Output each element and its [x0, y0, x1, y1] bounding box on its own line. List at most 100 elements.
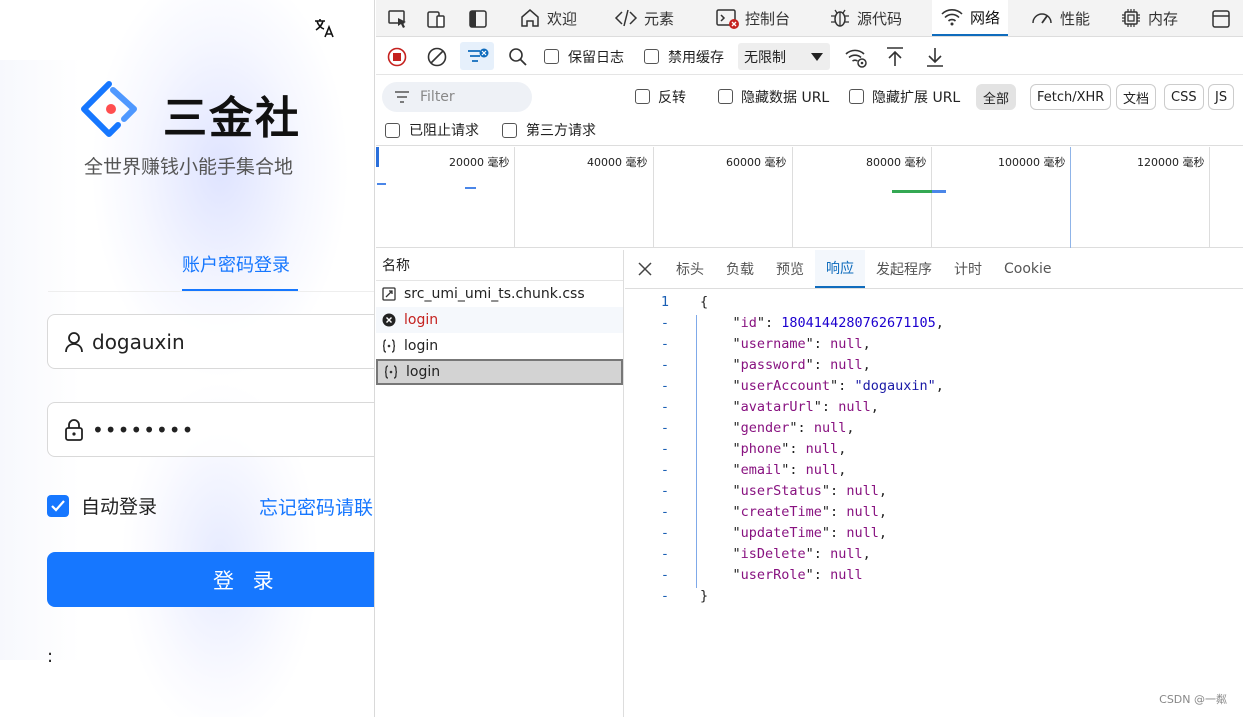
request-row[interactable]: src_umi_umi_ts.chunk.css	[376, 281, 623, 307]
upload-icon[interactable]	[885, 46, 905, 68]
filter-type-all[interactable]: 全部	[976, 84, 1017, 110]
checkbox-icon[interactable]	[849, 89, 864, 104]
json-value-email: null	[805, 462, 839, 478]
tab-underline	[182, 289, 298, 291]
tab-timing[interactable]: 计时	[943, 250, 993, 288]
code-line: - "userStatus": null,	[660, 483, 887, 499]
json-value-password: null	[830, 357, 863, 373]
password-input[interactable]	[92, 417, 352, 442]
search-icon[interactable]	[508, 47, 528, 67]
tab-memory-label: 内存	[1148, 9, 1179, 28]
dock-side-icon[interactable]	[467, 8, 489, 30]
timeline-gridline	[931, 147, 932, 248]
filter-input[interactable]: Filter	[382, 82, 532, 112]
timeline-gridline	[792, 147, 793, 248]
download-icon[interactable]	[925, 46, 945, 68]
json-value-createtime: null	[846, 504, 879, 520]
filter-toggle-button[interactable]	[460, 42, 494, 70]
network-conditions-icon[interactable]	[844, 46, 868, 68]
filter-lines-icon	[395, 91, 409, 103]
third-party-checkbox[interactable]: 第三方请求	[502, 114, 596, 146]
login-panel: 三金社 全世界赚钱小能手集合地 账户密码登录 自动登录 忘记密码请联 登 录 :	[0, 0, 375, 717]
json-value-useraccount: "dogauxin"	[854, 378, 936, 394]
tab-network[interactable]: 网络	[932, 0, 1009, 36]
hide-data-url-label: 隐藏数据 URL	[741, 89, 830, 106]
hide-ext-url-checkbox[interactable]: 隐藏扩展 URL	[849, 78, 960, 115]
tab-response[interactable]: 响应	[815, 250, 865, 288]
error-icon	[382, 313, 396, 327]
checkbox-icon[interactable]	[635, 89, 650, 104]
translate-icon[interactable]	[311, 16, 337, 42]
filter-type-css[interactable]: CSS	[1164, 84, 1204, 110]
invert-label: 反转	[658, 89, 686, 106]
auto-login-checkbox[interactable]: 自动登录	[47, 492, 157, 519]
username-input[interactable]	[92, 329, 352, 354]
checkbox-checked-icon[interactable]	[47, 494, 69, 517]
timeline-tick: 80000 毫秒	[866, 156, 927, 169]
checkbox-icon[interactable]	[718, 89, 733, 104]
blocked-requests-label: 已阻止请求	[409, 123, 479, 139]
forgot-password-link[interactable]: 忘记密码请联	[259, 493, 373, 520]
auto-login-label: 自动登录	[81, 496, 158, 518]
filter-bar: Filter 反转 隐藏数据 URL 隐藏扩展 URL 全部 Fetch/XHR…	[376, 76, 1243, 146]
tab-initiator[interactable]: 发起程序	[865, 250, 943, 288]
devtools-panel: 欢迎 元素 控制台 源代码 网络 性能 内存 保留日志 禁用缓存 无限制 Fil…	[376, 0, 1243, 717]
tab-elements[interactable]: 元素	[614, 0, 674, 36]
request-list-header[interactable]: 名称	[376, 250, 623, 281]
json-value-avatarurl: null	[838, 399, 871, 415]
disable-cache-checkbox[interactable]: 禁用缓存	[644, 38, 724, 75]
filter-type-fetch-xhr[interactable]: Fetch/XHR	[1030, 84, 1112, 110]
timeline-bar	[376, 147, 379, 167]
request-row[interactable]: login	[376, 333, 623, 359]
json-value-username: null	[830, 336, 863, 352]
tab-performance[interactable]: 性能	[1030, 0, 1090, 36]
blocked-requests-checkbox[interactable]: 已阻止请求	[385, 114, 479, 146]
stylesheet-icon	[382, 287, 396, 301]
tab-account-login[interactable]: 账户密码登录	[182, 251, 290, 277]
filter-type-doc[interactable]: 文档	[1116, 84, 1157, 110]
timeline-tick: 60000 毫秒	[726, 156, 787, 169]
checkbox-icon[interactable]	[544, 49, 559, 64]
login-button[interactable]: 登 录	[47, 552, 374, 607]
checkbox-icon[interactable]	[644, 49, 659, 64]
tab-memory[interactable]: 内存	[1120, 0, 1178, 36]
password-field[interactable]	[47, 402, 374, 457]
network-timeline[interactable]: 20000 毫秒 40000 毫秒 60000 毫秒 80000 毫秒 1000…	[376, 147, 1243, 248]
tab-payload[interactable]: 负载	[715, 250, 765, 288]
application-icon[interactable]	[1210, 8, 1232, 30]
tab-welcome-label: 欢迎	[547, 9, 578, 28]
throttle-select[interactable]: 无限制	[738, 43, 830, 70]
timeline-gridline	[653, 147, 654, 248]
tab-cookies[interactable]: Cookie	[993, 250, 1063, 288]
close-icon[interactable]	[625, 250, 665, 288]
clear-icon[interactable]	[427, 47, 447, 67]
record-stop-icon[interactable]	[387, 47, 407, 67]
tab-sources[interactable]: 源代码	[829, 0, 902, 36]
hide-data-url-checkbox[interactable]: 隐藏数据 URL	[718, 78, 829, 115]
response-tabbar: 标头 负载 预览 响应 发起程序 计时 Cookie	[625, 250, 1243, 289]
code-line: - "updateTime": null,	[660, 525, 887, 541]
tab-preview[interactable]: 预览	[765, 250, 815, 288]
filter-type-js[interactable]: JS	[1208, 84, 1235, 110]
lock-icon	[65, 418, 83, 441]
tab-console[interactable]: 控制台	[715, 0, 790, 36]
request-row[interactable]: login	[376, 307, 623, 333]
device-toolbar-icon[interactable]	[425, 8, 447, 30]
checkbox-icon[interactable]	[502, 122, 517, 138]
code-line: - "email": null,	[660, 462, 847, 478]
checkbox-icon[interactable]	[385, 122, 400, 138]
request-row-selected[interactable]: login	[376, 359, 623, 385]
watermark: CSDN @一粼	[1159, 693, 1227, 706]
response-code-view[interactable]: 1{ - "id": 1804144280762671105, - "usern…	[625, 294, 1243, 609]
network-toolbar: 保留日志 禁用缓存 无限制	[376, 38, 1243, 75]
timeline-bar	[892, 190, 932, 193]
code-brackets-icon	[614, 9, 638, 27]
code-line: - "createTime": null,	[660, 504, 887, 520]
tab-headers[interactable]: 标头	[665, 250, 715, 288]
username-field[interactable]	[47, 314, 374, 369]
preserve-log-checkbox[interactable]: 保留日志	[544, 38, 624, 75]
timeline-bar	[465, 187, 476, 189]
invert-checkbox[interactable]: 反转	[635, 78, 686, 115]
tab-welcome[interactable]: 欢迎	[519, 0, 577, 36]
inspect-icon[interactable]	[387, 8, 409, 30]
